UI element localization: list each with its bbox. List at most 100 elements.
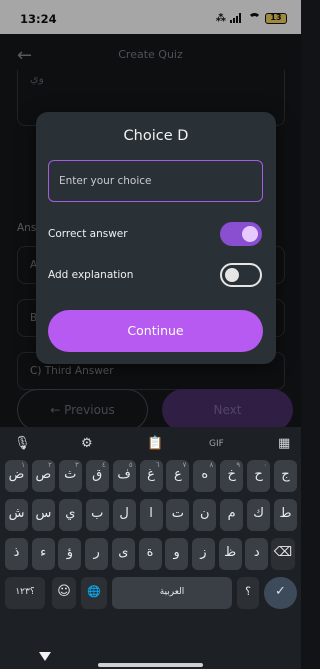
keyboard-row-4: ؟١٢٣ ☺ 🌐 العربية ؟ ✓: [5, 577, 297, 615]
key-label: ن: [200, 506, 210, 521]
key[interactable]: ز: [191, 538, 215, 570]
keyboard: 🎙 ⚙ 📋 GIF ▦ ض١ص٢ث٣ق٤ف٥غ٦ع٧ه٨خ٩ح٠ج شسيبلا…: [0, 427, 301, 669]
key[interactable]: ء: [31, 538, 55, 570]
keyboard-row-2: شسيبل ا تن م كط: [5, 499, 297, 537]
key[interactable]: خ٩: [220, 460, 244, 492]
key[interactable]: ض١: [5, 460, 28, 492]
toggle-knob: [225, 268, 239, 282]
key-label: م: [227, 506, 236, 521]
system-nav-bar: [0, 647, 301, 669]
key-hint: ٦: [155, 461, 160, 469]
key-label: ع: [174, 467, 182, 482]
key-label: ظ: [224, 545, 237, 560]
key[interactable]: ك: [247, 499, 271, 531]
space-key[interactable]: العربية: [112, 577, 232, 609]
key-label: ص: [35, 467, 52, 482]
key-hint: ٢: [48, 461, 52, 469]
key[interactable]: ل: [112, 499, 136, 531]
nav-back-icon[interactable]: [39, 652, 51, 661]
keyboard-row-3: ⌫ ذ ء ؤ ر ى ة و ز ظ د: [5, 538, 297, 576]
key-label: ش: [8, 506, 25, 521]
key-label: ة: [146, 545, 154, 560]
globe-key[interactable]: 🌐: [81, 577, 107, 609]
key-hint: ٩: [236, 461, 241, 469]
key[interactable]: و: [165, 538, 189, 570]
choice-dialog: Choice D Correct answer Add explanation …: [36, 112, 276, 364]
key[interactable]: غ٦: [139, 460, 163, 492]
key[interactable]: ن: [193, 499, 217, 531]
keyboard-toolbar: 🎙 ⚙ 📋 GIF ▦: [0, 427, 301, 463]
key-label: ز: [200, 545, 207, 560]
key-label: ك: [253, 506, 264, 521]
key[interactable]: د: [245, 538, 269, 570]
key-label: و: [173, 545, 180, 560]
key-label: ي: [65, 506, 76, 521]
continue-button[interactable]: Continue: [48, 310, 263, 352]
correct-answer-label: Correct answer: [48, 228, 128, 240]
key-hint: ١: [21, 461, 25, 469]
key-label: ج: [281, 467, 290, 482]
key[interactable]: ش: [5, 499, 28, 531]
clipboard-icon[interactable]: 📋: [147, 436, 163, 451]
key[interactable]: ف٥: [112, 460, 136, 492]
key-label: ر: [93, 545, 100, 560]
key[interactable]: ط: [274, 499, 297, 531]
backspace-key[interactable]: ⌫: [271, 538, 295, 570]
choice-input[interactable]: [48, 160, 263, 202]
key[interactable]: ا: [139, 499, 163, 531]
key-label: ح: [254, 467, 263, 482]
key-label: ذ: [13, 545, 20, 560]
key[interactable]: ح٠: [247, 460, 271, 492]
key-label: ه: [201, 467, 209, 482]
keyboard-row-1: ض١ص٢ث٣ق٤ف٥غ٦ع٧ه٨خ٩ح٠ج: [5, 460, 297, 498]
key[interactable]: ه٨: [193, 460, 217, 492]
key-label: غ: [147, 467, 155, 482]
microphone-icon[interactable]: 🎙: [14, 436, 31, 451]
key[interactable]: ص٢: [31, 460, 55, 492]
key[interactable]: ي: [58, 499, 82, 531]
toggle-knob: [242, 226, 258, 242]
key-label: ض: [8, 467, 25, 482]
key-label: ت: [171, 506, 185, 521]
key-label: ف: [117, 467, 131, 482]
home-gesture-bar[interactable]: [98, 663, 203, 667]
key-label: س: [35, 506, 52, 521]
key-label: ب: [91, 506, 104, 521]
key-hint: ٧: [182, 461, 187, 469]
key[interactable]: ث٣: [58, 460, 82, 492]
add-explanation-toggle[interactable]: [220, 263, 262, 287]
key-hint: ٨: [209, 461, 214, 469]
gif-button[interactable]: GIF: [209, 439, 224, 449]
key[interactable]: ج: [274, 460, 297, 492]
period-key[interactable]: ؟: [237, 577, 259, 609]
key[interactable]: ع٧: [166, 460, 190, 492]
key-label: خ: [227, 467, 236, 482]
dialog-title: Choice D: [123, 128, 189, 144]
correct-answer-toggle[interactable]: [220, 222, 262, 246]
key-hint: ٥: [128, 461, 133, 469]
key-label: ؤ: [66, 545, 74, 560]
key[interactable]: ذ: [5, 538, 28, 570]
key-label: د: [253, 545, 260, 560]
key[interactable]: ة: [138, 538, 162, 570]
key-label: ا: [149, 506, 153, 521]
key-label: ق: [92, 467, 103, 482]
settings-icon[interactable]: ⚙: [81, 436, 93, 451]
key[interactable]: ؤ: [58, 538, 82, 570]
enter-key[interactable]: ✓: [264, 577, 297, 609]
key[interactable]: ب: [85, 499, 109, 531]
grid-icon[interactable]: ▦: [278, 436, 290, 451]
key-hint: ٠: [263, 461, 268, 469]
key[interactable]: ر: [85, 538, 109, 570]
key[interactable]: ظ: [218, 538, 242, 570]
key[interactable]: س: [31, 499, 55, 531]
key[interactable]: ت: [166, 499, 190, 531]
key-label: ث: [64, 467, 77, 482]
key[interactable]: م: [220, 499, 244, 531]
key-label: ط: [279, 506, 292, 521]
numbers-key[interactable]: ؟١٢٣: [5, 577, 45, 609]
key-label: ء: [40, 545, 47, 560]
key[interactable]: ى: [111, 538, 135, 570]
key[interactable]: ق٤: [85, 460, 109, 492]
emoji-key[interactable]: ☺: [52, 577, 76, 609]
